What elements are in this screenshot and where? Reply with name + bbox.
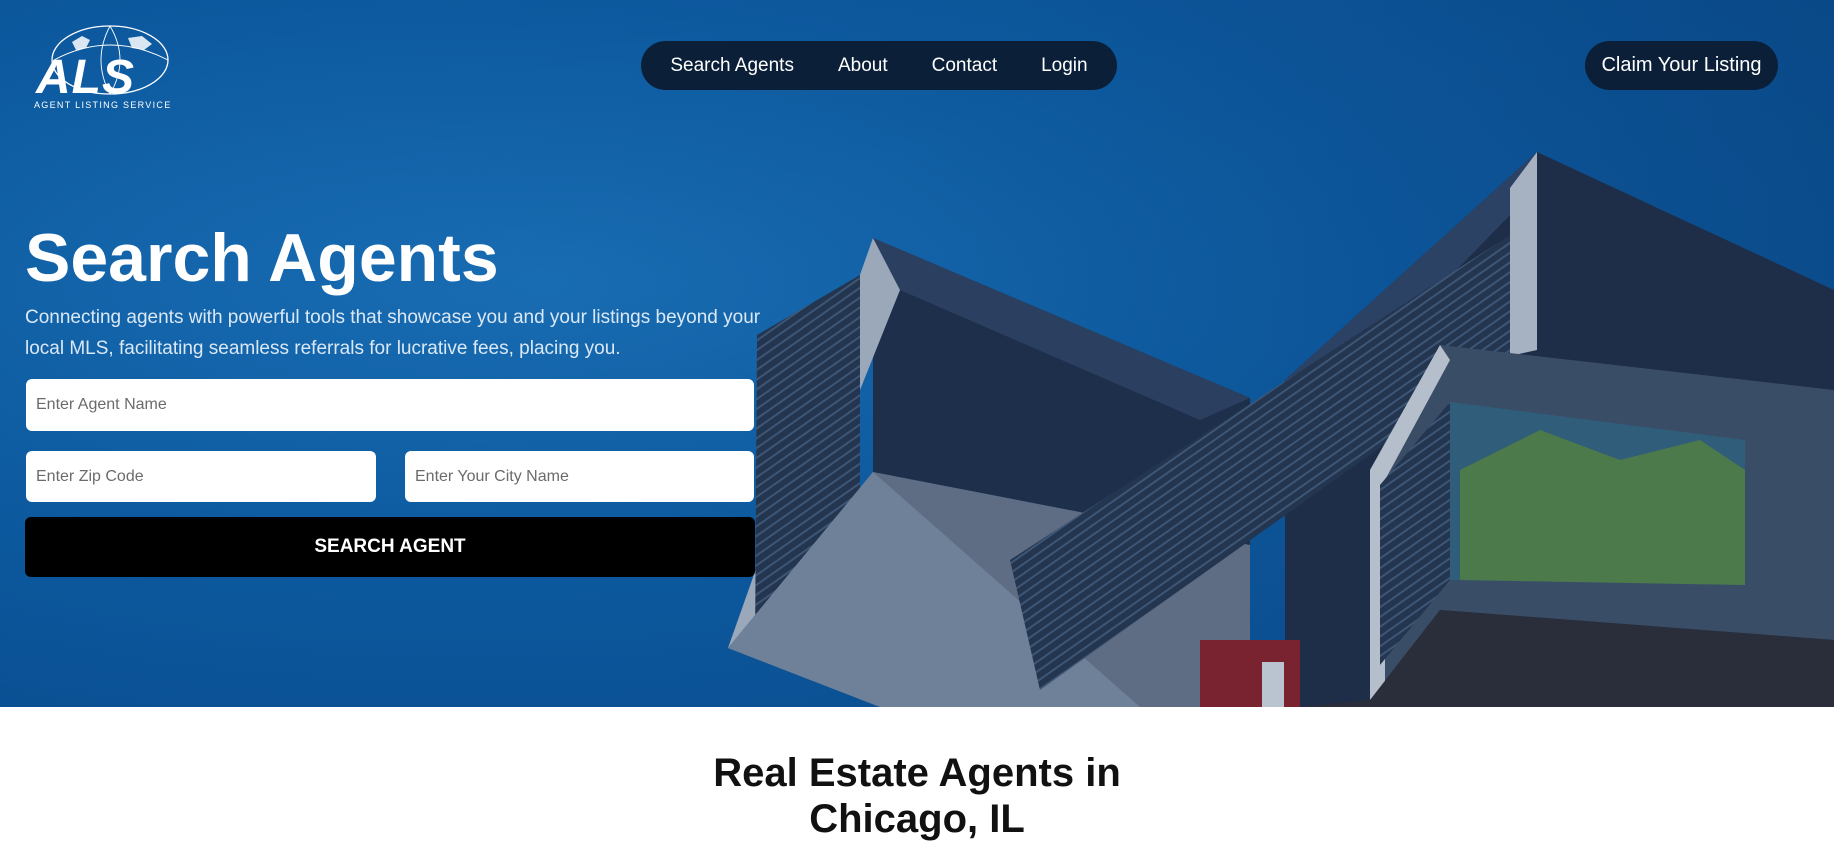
page-title: Search Agents: [25, 220, 499, 296]
hero-subtitle: Connecting agents with powerful tools th…: [25, 307, 761, 359]
nav-login[interactable]: Login: [1041, 55, 1088, 77]
claim-listing-button[interactable]: Claim Your Listing: [1585, 41, 1778, 90]
search-agent-button[interactable]: SEARCH AGENT: [25, 517, 755, 577]
hero-section: ALS AGENT LISTING SERVICE Search Agents …: [0, 0, 1834, 707]
agent-name-input[interactable]: [26, 379, 754, 431]
als-logo[interactable]: ALS AGENT LISTING SERVICE: [32, 20, 172, 116]
main-nav: Search Agents About Contact Login: [641, 41, 1117, 90]
logo-wordmark: ALS: [36, 51, 135, 104]
nav-about[interactable]: About: [838, 55, 888, 77]
section-title-line1: Real Estate Agents in: [713, 751, 1121, 795]
section-title: Real Estate Agents in Chicago, IL: [0, 750, 1834, 842]
section-title-line2: Chicago, IL: [809, 797, 1025, 841]
city-name-input[interactable]: [405, 451, 754, 502]
zip-code-input[interactable]: [26, 451, 376, 502]
nav-search-agents[interactable]: Search Agents: [670, 55, 794, 77]
logo-subtitle: AGENT LISTING SERVICE: [34, 100, 172, 110]
nav-contact[interactable]: Contact: [932, 55, 997, 77]
